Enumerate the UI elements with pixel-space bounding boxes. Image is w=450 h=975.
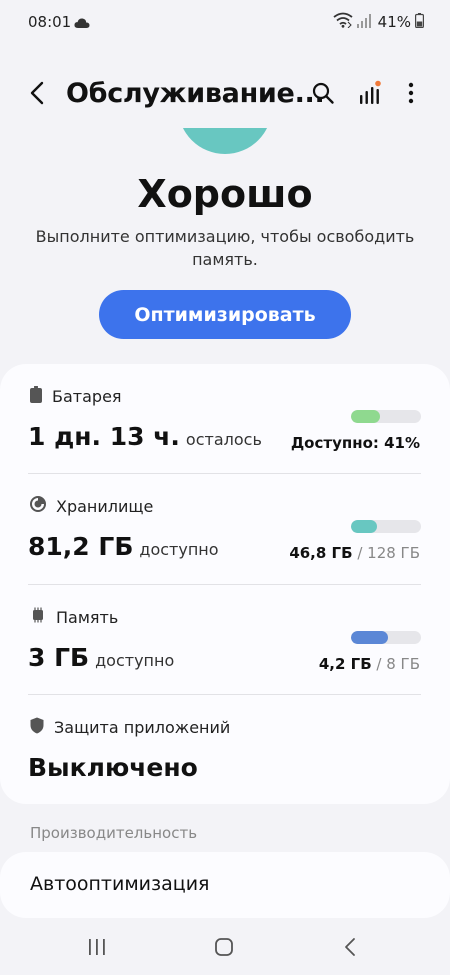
status-description: Выполните оптимизацию, чтобы освободить … xyxy=(35,227,415,269)
storage-available: 81,2 ГБ xyxy=(28,532,134,561)
recents-icon xyxy=(87,938,107,960)
auto-optimization-label: Автооптимизация xyxy=(30,873,210,895)
battery-icon xyxy=(415,12,425,32)
battery-available: Доступно: 41% xyxy=(291,434,420,452)
status-headline: Хорошо xyxy=(137,172,313,216)
storage-total: / 128 ГБ xyxy=(357,544,420,562)
memory-available: 3 ГБ xyxy=(28,643,90,672)
storage-header: Хранилище xyxy=(30,496,153,516)
search-button[interactable] xyxy=(308,80,338,110)
storage-section[interactable]: Хранилище 81,2 ГБ доступно 46,8 ГБ / 128… xyxy=(0,474,450,585)
storage-suffix: доступно xyxy=(139,540,219,559)
battery-available-text: Доступно: 41% xyxy=(290,434,420,452)
cloud-icon xyxy=(74,14,90,28)
memory-progress-bar xyxy=(351,631,421,644)
storage-progress-fill xyxy=(351,520,377,533)
storage-value-row: 81,2 ГБ доступно xyxy=(28,532,219,561)
memory-label: Память xyxy=(56,607,119,627)
battery-section-icon xyxy=(30,386,42,407)
memory-value-row: 3 ГБ доступно xyxy=(28,643,174,672)
home-icon xyxy=(214,937,234,961)
memory-used: 4,2 ГБ xyxy=(318,655,372,673)
status-time: 08:01 xyxy=(28,13,72,31)
status-indicator-arc xyxy=(178,128,272,154)
status-icons: 41% xyxy=(333,12,425,32)
memory-usage: 4,2 ГБ / 8 ГБ xyxy=(319,655,420,673)
more-icon xyxy=(408,82,414,108)
memory-suffix: доступно xyxy=(95,651,175,670)
battery-header: Батарея xyxy=(30,386,122,407)
battery-progress-fill xyxy=(351,410,380,423)
back-nav-button[interactable] xyxy=(335,934,365,964)
more-options-button[interactable] xyxy=(398,80,424,110)
memory-section[interactable]: Память 3 ГБ доступно 4,2 ГБ / 8 ГБ xyxy=(0,585,450,695)
storage-label: Хранилище xyxy=(56,496,154,516)
wifi-icon xyxy=(333,12,353,32)
app-bar: Обслуживание... xyxy=(0,70,450,120)
signal-bars-icon xyxy=(357,80,381,110)
storage-pie-icon xyxy=(30,496,46,516)
device-care-card: Батарея 1 дн. 13 ч. осталось Доступно: 4… xyxy=(0,364,450,804)
storage-progress-bar xyxy=(351,520,421,533)
cellular-icon xyxy=(356,13,371,32)
memory-progress-fill xyxy=(351,631,389,644)
app-protection-value-row: Выключено xyxy=(28,753,198,782)
back-button[interactable] xyxy=(22,80,52,110)
app-protection-header: Защита приложений xyxy=(30,717,230,738)
back-icon xyxy=(29,81,45,109)
battery-value-row: 1 дн. 13 ч. осталось xyxy=(28,422,262,451)
diagnostics-button[interactable] xyxy=(354,80,384,110)
app-protection-section[interactable]: Защита приложений Выключено xyxy=(0,695,450,803)
storage-usage: 46,8 ГБ / 128 ГБ xyxy=(289,544,420,562)
battery-label: Батарея xyxy=(52,387,122,406)
app-protection-status: Выключено xyxy=(28,753,198,782)
page-title: Обслуживание... xyxy=(66,78,325,109)
performance-category-label: Производительность xyxy=(30,824,198,842)
battery-suffix: осталось xyxy=(185,430,262,449)
storage-used: 46,8 ГБ xyxy=(289,544,353,562)
recents-button[interactable] xyxy=(82,934,112,964)
home-button[interactable] xyxy=(209,934,239,964)
battery-progress-bar xyxy=(351,410,421,423)
search-icon xyxy=(311,81,335,109)
memory-chip-icon xyxy=(30,607,46,627)
memory-total: / 8 ГБ xyxy=(376,655,420,673)
shield-icon xyxy=(30,717,44,738)
memory-header: Память xyxy=(30,607,118,627)
battery-section[interactable]: Батарея 1 дн. 13 ч. осталось Доступно: 4… xyxy=(0,364,450,474)
auto-optimization-item[interactable]: Автооптимизация xyxy=(0,852,450,918)
app-protection-label: Защита приложений xyxy=(54,718,231,737)
back-nav-icon xyxy=(343,937,357,961)
optimize-button[interactable]: Оптимизировать xyxy=(99,290,351,339)
battery-percent: 41% xyxy=(377,13,411,31)
navigation-bar xyxy=(0,920,450,975)
status-bar: 08:01 41% xyxy=(0,0,450,46)
battery-time-left: 1 дн. 13 ч. xyxy=(28,422,180,451)
